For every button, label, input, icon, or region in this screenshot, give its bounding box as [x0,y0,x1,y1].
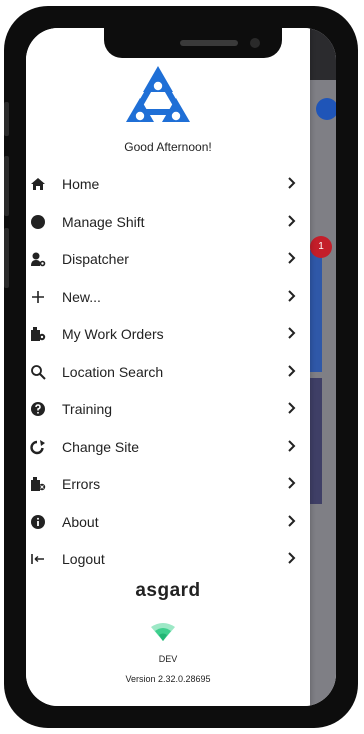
search-icon [30,364,46,380]
environment-label: DEV [158,654,178,664]
chevron-right-icon [286,250,298,266]
background-status-icon [316,98,336,120]
clock-icon [30,214,46,230]
menu-item-label: Home [62,176,100,192]
app-logo [118,64,198,134]
menu-item-label: About [62,513,99,530]
menu-item-label: Errors [62,476,101,492]
drawer-menu: Home Manage Shift Dispatcher New... My W… [26,165,310,578]
brand-wordmark: asgard [135,580,201,601]
volume-up-button [4,156,9,216]
dispatcher-icon [30,251,46,267]
menu-item-label: Dispatcher [62,251,129,267]
volume-down-button [4,228,9,288]
background-app-header [310,28,336,80]
menu-item-manage-shift[interactable]: Manage Shift [26,203,310,241]
errors-icon [30,476,46,492]
navigation-drawer: Good Afternoon! Home Manage Shift Dispat… [26,28,310,706]
background-app[interactable]: 1 [310,28,336,706]
menu-item-home[interactable]: Home [26,165,310,203]
chevron-right-icon [286,475,298,491]
logout-icon [30,551,46,567]
chevron-right-icon [286,550,298,566]
info-icon [30,514,46,530]
screen: 1 Good Afternoon! Home Manage Shift Disp… [26,28,336,706]
version-label: Version 2.32.0.28695 [125,674,211,684]
background-card [310,378,322,504]
speaker [180,40,238,46]
menu-item-label: Manage Shift [62,213,145,230]
chevron-right-icon [286,325,298,341]
chevron-right-icon [286,288,298,304]
menu-item-label: Logout [62,551,105,567]
chevron-right-icon [286,438,298,454]
menu-item-dispatcher[interactable]: Dispatcher [26,240,310,278]
phone-frame: 1 Good Afternoon! Home Manage Shift Disp… [4,6,358,728]
menu-item-new[interactable]: New... [26,278,310,316]
greeting-text: Good Afternoon! [124,140,212,154]
home-icon [30,176,46,192]
notch [104,28,282,58]
menu-item-label: Training [62,401,113,417]
menu-item-change-site[interactable]: Change Site [26,428,310,466]
plus-icon [30,289,46,305]
menu-item-logout[interactable]: Logout [26,540,310,578]
menu-item-label: My Work Orders [62,326,164,342]
menu-item-label: New... [62,288,101,305]
notification-badge: 1 [310,236,332,258]
menu-item-training[interactable]: Training [26,390,310,428]
chevron-right-icon [286,175,298,191]
menu-item-errors[interactable]: Errors [26,465,310,503]
change-site-icon [30,439,46,455]
chevron-right-icon [286,213,298,229]
menu-item-about[interactable]: About [26,503,310,541]
wifi-icon [150,622,176,642]
mute-switch [4,102,9,136]
chevron-right-icon [286,513,298,529]
background-card [310,250,322,372]
help-icon [30,401,46,417]
front-camera [250,38,260,48]
chevron-right-icon [286,400,298,416]
menu-item-label: Location Search [62,363,164,380]
menu-item-location-search[interactable]: Location Search [26,353,310,391]
chevron-right-icon [286,363,298,379]
work-orders-icon [30,326,46,342]
menu-item-my-work-orders[interactable]: My Work Orders [26,315,310,353]
menu-item-label: Change Site [62,438,140,455]
